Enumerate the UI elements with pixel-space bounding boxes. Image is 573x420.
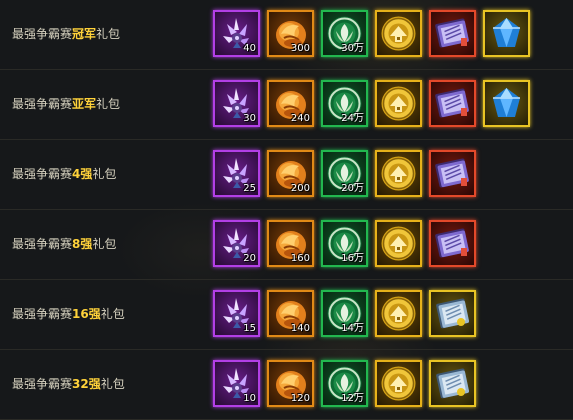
reward-items: 15 140 14万 bbox=[213, 290, 476, 340]
item-quantity: 14万 bbox=[341, 323, 364, 334]
item-quantity: 16万 bbox=[341, 253, 364, 264]
reward-row: 最强争霸赛16强礼包 15 140 14万 bbox=[0, 280, 573, 350]
fire-scroll-icon[interactable]: 140 bbox=[267, 290, 314, 337]
pack-suffix: 礼包 bbox=[96, 27, 121, 41]
reward-items: 10 120 12万 bbox=[213, 360, 476, 410]
event-name: 最强争霸赛 bbox=[12, 167, 73, 181]
gift-pack-label: 最强争霸赛32强礼包 bbox=[12, 350, 125, 419]
gold-coin-icon[interactable] bbox=[375, 80, 422, 127]
crystal-flower-icon[interactable]: 20 bbox=[213, 220, 260, 267]
event-name: 最强争霸赛 bbox=[12, 307, 73, 321]
pack-suffix: 礼包 bbox=[96, 97, 121, 111]
reward-row: 最强争霸赛4强礼包 25 200 20万 bbox=[0, 140, 573, 210]
item-quantity: 120 bbox=[290, 393, 310, 404]
event-name: 最强争霸赛 bbox=[12, 97, 73, 111]
jade-coin-icon[interactable]: 14万 bbox=[321, 290, 368, 337]
fire-scroll-icon[interactable]: 200 bbox=[267, 150, 314, 197]
gift-pack-label: 最强争霸赛冠军礼包 bbox=[12, 0, 120, 69]
item-quantity: 160 bbox=[290, 253, 310, 264]
rank-highlight: 16强 bbox=[72, 307, 101, 321]
reward-table: 最强争霸赛冠军礼包 40 300 30万 最强争霸赛亚军礼包 30 240 24万 最强争霸赛4… bbox=[0, 0, 573, 420]
fire-scroll-icon[interactable]: 300 bbox=[267, 10, 314, 57]
item-quantity: 10 bbox=[243, 393, 256, 404]
crystal-flower-icon[interactable]: 10 bbox=[213, 360, 260, 407]
reward-items: 40 300 30万 bbox=[213, 10, 530, 60]
skill-book-icon[interactable] bbox=[429, 150, 476, 197]
blue-book-icon[interactable] bbox=[429, 360, 476, 407]
item-quantity: 300 bbox=[290, 43, 310, 54]
item-quantity: 25 bbox=[243, 183, 256, 194]
pack-suffix: 礼包 bbox=[92, 167, 117, 181]
pack-suffix: 礼包 bbox=[92, 237, 117, 251]
gift-pack-label: 最强争霸赛16强礼包 bbox=[12, 280, 125, 349]
gift-pack-label: 最强争霸赛4强礼包 bbox=[12, 140, 116, 209]
reward-row: 最强争霸赛冠军礼包 40 300 30万 bbox=[0, 0, 573, 70]
reward-row: 最强争霸赛8强礼包 20 160 16万 bbox=[0, 210, 573, 280]
item-quantity: 20万 bbox=[341, 183, 364, 194]
skill-book-icon[interactable] bbox=[429, 80, 476, 127]
event-name: 最强争霸赛 bbox=[12, 27, 73, 41]
pack-suffix: 礼包 bbox=[100, 307, 125, 321]
gift-pack-label: 最强争霸赛亚军礼包 bbox=[12, 70, 120, 139]
reward-row: 最强争霸赛32强礼包 10 120 12万 bbox=[0, 350, 573, 420]
crystal-flower-icon[interactable]: 25 bbox=[213, 150, 260, 197]
jade-coin-icon[interactable]: 20万 bbox=[321, 150, 368, 197]
sapphire-gem-icon[interactable] bbox=[483, 80, 530, 127]
crystal-flower-icon[interactable]: 15 bbox=[213, 290, 260, 337]
rank-highlight: 冠军 bbox=[72, 27, 97, 41]
item-quantity: 200 bbox=[290, 183, 310, 194]
fire-scroll-icon[interactable]: 120 bbox=[267, 360, 314, 407]
crystal-flower-icon[interactable]: 30 bbox=[213, 80, 260, 127]
crystal-flower-icon[interactable]: 40 bbox=[213, 10, 260, 57]
skill-book-icon[interactable] bbox=[429, 220, 476, 267]
rank-highlight: 4强 bbox=[72, 167, 93, 181]
item-quantity: 30万 bbox=[341, 43, 364, 54]
item-quantity: 140 bbox=[290, 323, 310, 334]
event-name: 最强争霸赛 bbox=[12, 237, 73, 251]
rank-highlight: 8强 bbox=[72, 237, 93, 251]
rank-highlight: 亚军 bbox=[72, 97, 97, 111]
event-name: 最强争霸赛 bbox=[12, 377, 73, 391]
item-quantity: 24万 bbox=[341, 113, 364, 124]
rank-highlight: 32强 bbox=[72, 377, 101, 391]
item-quantity: 40 bbox=[243, 43, 256, 54]
gold-coin-icon[interactable] bbox=[375, 220, 422, 267]
item-quantity: 240 bbox=[290, 113, 310, 124]
fire-scroll-icon[interactable]: 240 bbox=[267, 80, 314, 127]
gold-coin-icon[interactable] bbox=[375, 360, 422, 407]
skill-book-icon[interactable] bbox=[429, 10, 476, 57]
jade-coin-icon[interactable]: 12万 bbox=[321, 360, 368, 407]
jade-coin-icon[interactable]: 16万 bbox=[321, 220, 368, 267]
reward-items: 25 200 20万 bbox=[213, 150, 476, 200]
reward-items: 30 240 24万 bbox=[213, 80, 530, 130]
gift-pack-label: 最强争霸赛8强礼包 bbox=[12, 210, 116, 279]
pack-suffix: 礼包 bbox=[100, 377, 125, 391]
item-quantity: 12万 bbox=[341, 393, 364, 404]
gold-coin-icon[interactable] bbox=[375, 290, 422, 337]
item-quantity: 15 bbox=[243, 323, 256, 334]
blue-book-icon[interactable] bbox=[429, 290, 476, 337]
jade-coin-icon[interactable]: 24万 bbox=[321, 80, 368, 127]
gold-coin-icon[interactable] bbox=[375, 150, 422, 197]
sapphire-gem-icon[interactable] bbox=[483, 10, 530, 57]
item-quantity: 30 bbox=[243, 113, 256, 124]
reward-row: 最强争霸赛亚军礼包 30 240 24万 bbox=[0, 70, 573, 140]
fire-scroll-icon[interactable]: 160 bbox=[267, 220, 314, 267]
reward-items: 20 160 16万 bbox=[213, 220, 476, 270]
item-quantity: 20 bbox=[243, 253, 256, 264]
jade-coin-icon[interactable]: 30万 bbox=[321, 10, 368, 57]
gold-coin-icon[interactable] bbox=[375, 10, 422, 57]
